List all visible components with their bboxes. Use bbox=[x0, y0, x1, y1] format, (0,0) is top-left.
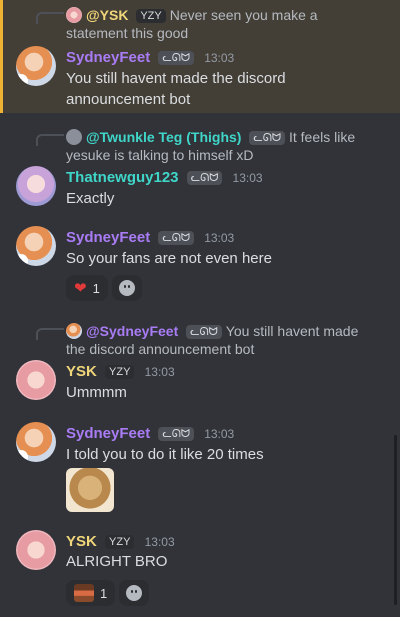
avatar[interactable]: ♪ bbox=[16, 226, 56, 266]
message-header: SydneyFeet ᓚᘏᗢ 13:03 bbox=[66, 424, 234, 444]
reply-connector bbox=[36, 328, 64, 340]
avatar-badge-icon: ♪ bbox=[16, 74, 28, 86]
timestamp: 13:03 bbox=[144, 535, 175, 549]
message-header: SydneyFeet ᓚᘏᗢ 13:03 bbox=[66, 228, 234, 248]
avatar-badge-icon: ♪ bbox=[16, 254, 28, 266]
reply-avatar bbox=[66, 7, 82, 23]
add-reaction-button[interactable] bbox=[111, 275, 142, 301]
face-emoji-icon bbox=[74, 584, 94, 602]
user-tag: ᓚᘏᗢ bbox=[186, 171, 223, 185]
user-tag: ᓚᘏᗢ bbox=[158, 231, 195, 245]
message-header: YSK YZY 13:03 bbox=[66, 532, 175, 552]
reply-preview[interactable]: @SydneyFeet ᓚᘏᗢ You still havent made the… bbox=[66, 322, 378, 358]
message-1[interactable]: @Twunkle Teg (Thighs) ᓚᘏᗢ It feels like y… bbox=[0, 122, 400, 214]
username[interactable]: SydneyFeet bbox=[66, 49, 150, 66]
avatar[interactable]: ♪ bbox=[16, 422, 56, 462]
reply-preview[interactable]: @YSK YZY Never seen you make a statement … bbox=[66, 6, 378, 42]
username[interactable]: SydneyFeet bbox=[66, 425, 150, 442]
reactions: 1 bbox=[66, 580, 150, 606]
message-5[interactable]: YSK YZY 13:03 ALRIGHT BRO 1 bbox=[0, 526, 400, 611]
message-header: SydneyFeet ᓚᘏᗢ 13:03 bbox=[66, 48, 234, 68]
user-tag: ᓚᘏᗢ bbox=[158, 51, 195, 65]
reply-author[interactable]: @Twunkle Teg (Thighs) bbox=[86, 129, 241, 145]
reply-tag: ᓚᘏᗢ bbox=[249, 131, 285, 145]
reply-tag: ᓚᘏᗢ bbox=[186, 325, 222, 339]
reply-avatar bbox=[66, 323, 82, 339]
message-3[interactable]: @SydneyFeet ᓚᘏᗢ You still havent made the… bbox=[0, 316, 400, 410]
user-tag: YZY bbox=[105, 365, 135, 379]
message-0[interactable]: @YSK YZY Never seen you make a statement … bbox=[0, 0, 400, 113]
message-text: ALRIGHT BRO bbox=[66, 553, 168, 570]
message-text: Ummmm bbox=[66, 384, 127, 401]
reaction-heart[interactable]: ❤ 1 bbox=[66, 275, 108, 301]
add-reaction-button[interactable] bbox=[119, 580, 150, 606]
timestamp: 13:03 bbox=[144, 365, 175, 379]
message-4[interactable]: ♪ SydneyFeet ᓚᘏᗢ 13:03 I told you to do … bbox=[0, 418, 400, 518]
heart-icon: ❤ bbox=[74, 279, 87, 297]
message-text: Exactly bbox=[66, 190, 115, 207]
reply-connector bbox=[36, 12, 64, 24]
cat-sticker[interactable] bbox=[66, 468, 114, 512]
timestamp: 13:03 bbox=[204, 427, 235, 441]
message-text: You still havent made the discord announ… bbox=[66, 70, 286, 108]
smile-icon bbox=[118, 280, 135, 296]
message-header: Thatnewguy123 ᓚᘏᗢ 13:03 bbox=[66, 168, 263, 188]
reply-author[interactable]: @YSK bbox=[86, 7, 128, 23]
message-2[interactable]: ♪ SydneyFeet ᓚᘏᗢ 13:03 So your fans are … bbox=[0, 222, 400, 310]
username[interactable]: SydneyFeet bbox=[66, 229, 150, 246]
username[interactable]: YSK bbox=[66, 363, 97, 380]
reaction-face[interactable]: 1 bbox=[66, 580, 116, 606]
reply-connector bbox=[36, 134, 64, 146]
message-text: So your fans are not even here bbox=[66, 250, 272, 267]
reply-avatar bbox=[66, 129, 82, 145]
avatar[interactable] bbox=[16, 360, 56, 400]
user-tag: YZY bbox=[105, 535, 135, 549]
username[interactable]: YSK bbox=[66, 533, 97, 550]
reaction-count: 1 bbox=[92, 280, 100, 296]
scrollbar[interactable] bbox=[394, 435, 397, 605]
avatar-badge-icon: ♪ bbox=[16, 450, 28, 462]
timestamp: 13:03 bbox=[232, 171, 263, 185]
smile-icon bbox=[126, 585, 143, 601]
reply-preview[interactable]: @Twunkle Teg (Thighs) ᓚᘏᗢ It feels like y… bbox=[66, 128, 378, 164]
message-header: YSK YZY 13:03 bbox=[66, 362, 175, 382]
user-tag: ᓚᘏᗢ bbox=[158, 427, 195, 441]
timestamp: 13:03 bbox=[204, 231, 235, 245]
avatar[interactable] bbox=[16, 530, 56, 570]
timestamp: 13:03 bbox=[204, 51, 235, 65]
reactions: ❤ 1 bbox=[66, 275, 142, 301]
reaction-count: 1 bbox=[100, 585, 108, 601]
reply-author[interactable]: @SydneyFeet bbox=[86, 323, 178, 339]
avatar[interactable]: ♪ bbox=[16, 46, 56, 86]
reply-tag: YZY bbox=[136, 9, 166, 23]
username[interactable]: Thatnewguy123 bbox=[66, 169, 179, 186]
message-text: I told you to do it like 20 times bbox=[66, 446, 264, 463]
avatar[interactable] bbox=[16, 166, 56, 206]
